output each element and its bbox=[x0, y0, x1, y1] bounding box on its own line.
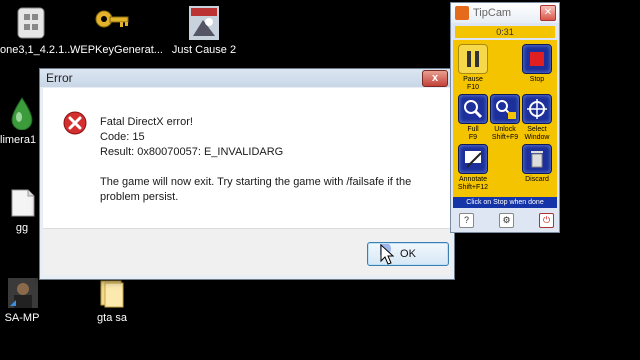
desktop-icon-gta-sa[interactable]: gta sa bbox=[70, 278, 154, 324]
tipcam-title: TipCam bbox=[473, 7, 512, 19]
trash-icon bbox=[522, 144, 552, 174]
power-icon[interactable]: ⏻ bbox=[539, 213, 554, 228]
desktop-icon-just-cause-2[interactable]: Just Cause 2 bbox=[162, 6, 246, 56]
pause-button[interactable]: Pause F10 bbox=[456, 44, 490, 92]
annotate-label: Annotate bbox=[458, 176, 488, 183]
select-window-button[interactable]: Select Window bbox=[520, 94, 554, 142]
tipcam-titlebar[interactable]: TipCam ✕ bbox=[451, 3, 559, 23]
error-line: Code: 15 bbox=[100, 131, 145, 143]
discard-label: Discard bbox=[525, 176, 549, 183]
stop-button[interactable]: Stop bbox=[520, 44, 554, 84]
tipcam-logo-icon bbox=[455, 6, 469, 20]
dialog-body: Fatal DirectX error! Code: 15 Result: 0x… bbox=[43, 88, 450, 228]
tipcam-footer: ? ⚙ ⏻ bbox=[453, 210, 557, 229]
select-sub: Window bbox=[524, 134, 550, 141]
annotate-icon bbox=[458, 144, 488, 174]
desktop-icon-label: Just Cause 2 bbox=[171, 44, 237, 56]
unlock-magnifier-icon bbox=[490, 94, 520, 124]
recording-timer: 0:31 bbox=[455, 26, 555, 38]
full-shortcut: F9 bbox=[468, 134, 478, 141]
document-icon bbox=[10, 188, 36, 218]
message-line: problem persist. bbox=[100, 191, 179, 203]
annotate-button[interactable]: Annotate Shift+F12 bbox=[456, 144, 490, 192]
desktop-icon-label: gta sa bbox=[97, 312, 127, 324]
tipcam-status: Click on Stop when done bbox=[453, 197, 557, 208]
discard-button[interactable]: Discard bbox=[520, 144, 554, 184]
unlock-label: Unlock bbox=[494, 126, 516, 133]
mouse-cursor-icon bbox=[377, 242, 396, 271]
desktop-icon-wepkeygenerator[interactable]: WEPKeyGenerat... bbox=[70, 6, 163, 56]
game-cover-icon bbox=[189, 6, 219, 40]
full-label: Full bbox=[467, 126, 479, 133]
select-label: Select bbox=[527, 126, 547, 133]
desktop-icon-sa-mp[interactable]: SA-MP bbox=[0, 278, 64, 324]
stop-label: Stop bbox=[529, 76, 545, 83]
dialog-title: Error bbox=[46, 71, 73, 85]
folder-icon bbox=[97, 278, 127, 308]
tipcam-close-button[interactable]: ✕ bbox=[540, 5, 556, 21]
tipcam-controls: Pause F10 Stop Full F9 Unlock Shift+F9 S… bbox=[453, 40, 557, 198]
dialog-titlebar[interactable]: Error x bbox=[40, 69, 454, 87]
error-icon bbox=[63, 111, 87, 135]
cube-icon bbox=[16, 6, 46, 40]
error-line: Result: 0x80070057: E_INVALIDARG bbox=[100, 146, 284, 158]
samp-icon bbox=[8, 278, 38, 308]
desktop-icon-one3[interactable]: one3,1_4.2.1... bbox=[0, 6, 74, 56]
stop-icon bbox=[522, 44, 552, 74]
magnifier-icon bbox=[458, 94, 488, 124]
crosshair-icon bbox=[522, 94, 552, 124]
message-line: The game will now exit. Try starting the… bbox=[100, 176, 412, 188]
unlock-shortcut: Shift+F9 bbox=[491, 134, 519, 141]
desktop-icon-label: WEPKeyGenerat... bbox=[70, 44, 163, 56]
desktop-icon-label: one3,1_4.2.1... bbox=[0, 44, 74, 56]
unlock-button[interactable]: Unlock Shift+F9 bbox=[488, 94, 522, 142]
error-line: Fatal DirectX error! bbox=[100, 116, 193, 128]
key-icon bbox=[94, 6, 130, 40]
close-icon: x bbox=[431, 72, 439, 84]
settings-gear-icon[interactable]: ⚙ bbox=[499, 213, 514, 228]
close-button[interactable]: x bbox=[422, 70, 448, 87]
help-icon[interactable]: ? bbox=[459, 213, 474, 228]
pause-shortcut: F10 bbox=[466, 84, 480, 91]
error-message: Fatal DirectX error! Code: 15 Result: 0x… bbox=[100, 115, 411, 205]
annotate-shortcut: Shift+F12 bbox=[457, 184, 489, 191]
full-screen-button[interactable]: Full F9 bbox=[456, 94, 490, 142]
pause-icon bbox=[458, 44, 488, 74]
pause-label: Pause bbox=[463, 76, 483, 83]
desktop-icon-label: SA-MP bbox=[4, 312, 40, 324]
tipcam-panel: TipCam ✕ 0:31 Pause F10 Stop Full F9 Unl… bbox=[450, 2, 560, 233]
green-drop-icon bbox=[10, 96, 34, 131]
